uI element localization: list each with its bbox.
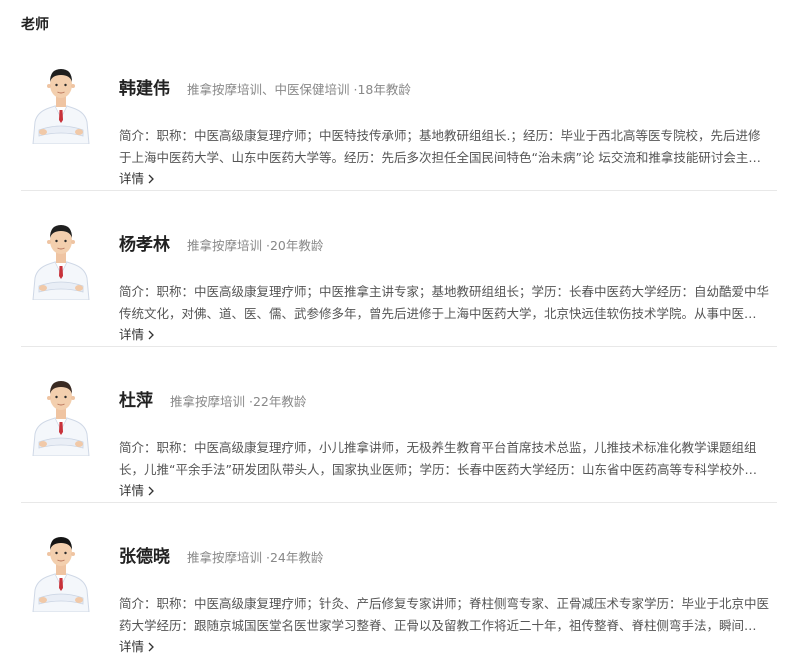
teacher-intro: 简介：职称：中医高级康复理疗师；中医特技传承师；基地教研组组长.；经历：毕业于西… [119, 125, 779, 169]
teacher-heading: 杨孝林 推拿按摩培训 ·20年教龄 [119, 230, 324, 255]
detail-label: 详情 [119, 483, 145, 498]
detail-label: 详情 [119, 327, 145, 342]
teacher-name[interactable]: 杜萍 [119, 386, 153, 411]
teacher-avatar[interactable] [29, 208, 93, 300]
detail-link[interactable]: 详情 [119, 170, 154, 188]
teacher-intro-line: 药大学经历：跟随京城国医堂名医世家学习整脊、正骨以及留教工作将近二十年，祖传整脊… [119, 618, 757, 633]
teacher-name[interactable]: 张德晓 [119, 542, 170, 567]
teacher-heading: 杜萍 推拿按摩培训 ·22年教龄 [119, 386, 307, 411]
detail-link[interactable]: 详情 [119, 482, 154, 500]
detail-label: 详情 [119, 639, 145, 654]
teacher-avatar[interactable] [29, 52, 93, 144]
teacher-tags: 推拿按摩培训、中医保健培训 ·18年教龄 [187, 82, 411, 97]
teacher-section: 老师 韩建伟 推拿按摩培训、中医保健培训 ·18年教龄 简介：职称：中医高级康复… [0, 0, 789, 654]
detail-link[interactable]: 详情 [119, 638, 154, 656]
section-title: 老师 [21, 17, 49, 33]
teacher-tags: 推拿按摩培训 ·20年教龄 [187, 238, 324, 253]
detail-label: 详情 [119, 171, 145, 186]
teacher-card: 杜萍 推拿按摩培训 ·22年教龄 简介：职称：中医高级康复理疗师，小儿推拿讲师，… [21, 346, 777, 503]
teacher-intro: 简介：职称：中医高级康复理疗师；针灸、产后修复专家讲师；脊柱侧弯专家、正骨减压术… [119, 593, 779, 637]
teacher-tags: 推拿按摩培训 ·24年教龄 [187, 550, 324, 565]
chevron-right-icon [148, 330, 154, 340]
detail-link[interactable]: 详情 [119, 326, 154, 344]
chevron-right-icon [148, 642, 154, 652]
teacher-intro-line: 简介：职称：中医高级康复理疗师；中医特技传承师；基地教研组组长.；经历：毕业于西… [119, 128, 761, 143]
teacher-intro-line: 于上海中医药大学、山东中医药大学等。经历：先后多次担任全国民间特色“治未病”论 … [119, 150, 761, 165]
teacher-tags: 推拿按摩培训 ·22年教龄 [170, 394, 307, 409]
teacher-intro-line: 长，儿推“平余手法”研发团队带头人，国家执业医师；学历：长春中医药大学经历：山东… [119, 462, 757, 477]
teacher-card: 杨孝林 推拿按摩培训 ·20年教龄 简介：职称：中医高级康复理疗师；中医推拿主讲… [21, 190, 777, 347]
teacher-intro-line: 传统文化，对佛、道、医、儒、武参修多年，曾先后进修于上海中医药大学，北京快远佳软… [119, 306, 757, 321]
teacher-card: 韩建伟 推拿按摩培训、中医保健培训 ·18年教龄 简介：职称：中医高级康复理疗师… [21, 34, 777, 191]
teacher-intro-line: 简介：职称：中医高级康复理疗师；针灸、产后修复专家讲师；脊柱侧弯专家、正骨减压术… [119, 596, 770, 611]
teacher-heading: 韩建伟 推拿按摩培训、中医保健培训 ·18年教龄 [119, 74, 411, 99]
teacher-intro: 简介：职称：中医高级康复理疗师；中医推拿主讲专家；基地教研组组长；学历：长春中医… [119, 281, 779, 325]
teacher-card: 张德晓 推拿按摩培训 ·24年教龄 简介：职称：中医高级康复理疗师；针灸、产后修… [21, 502, 777, 658]
teacher-avatar[interactable] [29, 520, 93, 612]
teacher-name[interactable]: 韩建伟 [119, 74, 170, 99]
teacher-name[interactable]: 杨孝林 [119, 230, 170, 255]
chevron-right-icon [148, 174, 154, 184]
teacher-heading: 张德晓 推拿按摩培训 ·24年教龄 [119, 542, 324, 567]
teacher-intro-line: 简介：职称：中医高级康复理疗师；中医推拿主讲专家；基地教研组组长；学历：长春中医… [119, 284, 770, 299]
teacher-intro: 简介：职称：中医高级康复理疗师，小儿推拿讲师，无极养生教育平台首席技术总监，儿推… [119, 437, 779, 481]
teacher-avatar[interactable] [29, 364, 93, 456]
chevron-right-icon [148, 486, 154, 496]
teacher-intro-line: 简介：职称：中医高级康复理疗师，小儿推拿讲师，无极养生教育平台首席技术总监，儿推… [119, 440, 757, 455]
